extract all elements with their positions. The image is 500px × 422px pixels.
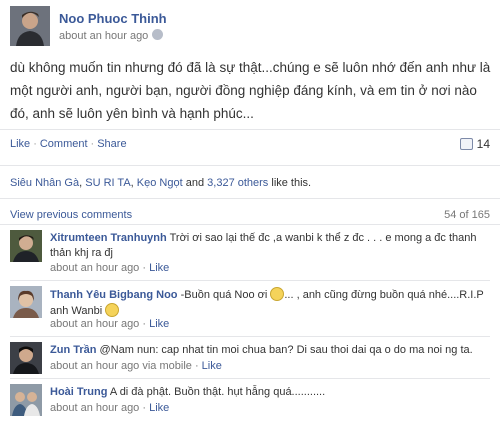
avatar[interactable] — [10, 230, 42, 262]
like-button[interactable]: Like — [10, 138, 30, 150]
comment-text: Hoài Trung A di đà phật. Buồn thật. hụt … — [50, 385, 490, 400]
comment-meta: about an hour ago · Like — [50, 262, 170, 274]
avatar[interactable] — [10, 342, 42, 374]
comment-time[interactable]: about an hour ago — [50, 318, 139, 330]
comment-time[interactable]: about an hour ago — [50, 402, 139, 414]
avatar[interactable] — [10, 384, 42, 416]
comment-author[interactable]: Zun Trần — [50, 344, 96, 356]
comment-body: -Buồn quá Noo ơi — [180, 289, 268, 301]
comment-like-button[interactable]: Like — [149, 402, 169, 414]
likes-suffix: like this. — [271, 177, 312, 189]
comment-like-button[interactable]: Like — [149, 318, 169, 330]
divider — [0, 165, 500, 166]
comment-body: @Nam nun: cap nhat tin moi chua ban? Di … — [99, 344, 473, 356]
divider — [10, 280, 490, 281]
divider — [10, 336, 490, 337]
comment-item: Hoài Trung A di đà phật. Buồn thật. hụt … — [10, 384, 490, 418]
comment-meta: about an hour ago · Like — [50, 318, 170, 330]
liker-name[interactable]: Kẹo Ngọt — [137, 177, 183, 189]
post-body: dù không muốn tin nhưng đó đã là sự thật… — [10, 60, 491, 121]
comment-author[interactable]: Hoài Trung — [50, 386, 107, 398]
divider — [0, 224, 500, 225]
comment-meta: about an hour ago via mobile · Like — [50, 360, 222, 372]
comment-like-button[interactable]: Like — [202, 360, 222, 372]
comment-time[interactable]: about an hour ago — [50, 262, 139, 274]
share-button[interactable]: Share — [97, 138, 126, 150]
sad-emoji-icon — [270, 287, 285, 301]
comment-item: Thanh Yêu Bigbang Noo -Buồn quá Noo ơi .… — [10, 286, 490, 332]
comment-text: Zun Trần @Nam nun: cap nhat tin moi chua… — [50, 343, 490, 358]
comment-text: Thanh Yêu Bigbang Noo -Buồn quá Noo ơi .… — [50, 287, 490, 319]
divider — [0, 129, 500, 130]
post-actions: Like · Comment · Share — [10, 138, 127, 150]
comment-item: Zun Trần @Nam nun: cap nhat tin moi chua… — [10, 342, 490, 374]
sad-emoji-icon — [105, 303, 120, 317]
globe-icon — [152, 29, 164, 40]
comment-count: 54 of 165 — [444, 209, 490, 221]
likes-summary: Siêu Nhân Gà, SU RI TA, Kẹo Ngọt and 3,3… — [10, 177, 312, 189]
comment-body: A di đà phật. Buồn thật. hụt hẫng quá...… — [109, 386, 326, 398]
post-header: Noo Phuoc Thinh about an hour ago — [10, 6, 490, 46]
share-icon — [459, 138, 473, 150]
liker-name[interactable]: Siêu Nhân Gà — [10, 177, 79, 189]
comment-author[interactable]: Xitrumteen Tranhuynh — [50, 232, 167, 244]
separator: · — [33, 138, 37, 150]
post-time-text[interactable]: about an hour ago — [59, 30, 148, 42]
post-timestamp[interactable]: about an hour ago — [59, 29, 164, 42]
comment-text: Xitrumteen Tranhuynh Trời ơi sao lại thế… — [50, 231, 490, 261]
view-previous-comments[interactable]: View previous comments — [10, 209, 132, 221]
author-avatar[interactable] — [10, 6, 50, 46]
comment-like-button[interactable]: Like — [149, 262, 169, 274]
divider — [0, 198, 500, 199]
divider — [10, 378, 490, 379]
comment-author[interactable]: Thanh Yêu Bigbang Noo — [50, 289, 178, 301]
avatar[interactable] — [10, 286, 42, 318]
comment-meta: about an hour ago · Like — [50, 402, 170, 414]
share-count[interactable]: 14 — [459, 137, 490, 151]
likes-and: and — [185, 177, 205, 189]
share-count-value: 14 — [476, 137, 490, 151]
comment-item: Xitrumteen Tranhuynh Trời ơi sao lại thế… — [10, 230, 490, 276]
liker-name[interactable]: SU RI TA — [85, 177, 130, 189]
post-author-name[interactable]: Noo Phuoc Thinh — [59, 11, 167, 26]
comment-button[interactable]: Comment — [40, 138, 88, 150]
comment-time[interactable]: about an hour ago via mobile — [50, 360, 192, 372]
likes-others-link[interactable]: 3,327 others — [207, 177, 268, 189]
separator: · — [90, 138, 95, 150]
